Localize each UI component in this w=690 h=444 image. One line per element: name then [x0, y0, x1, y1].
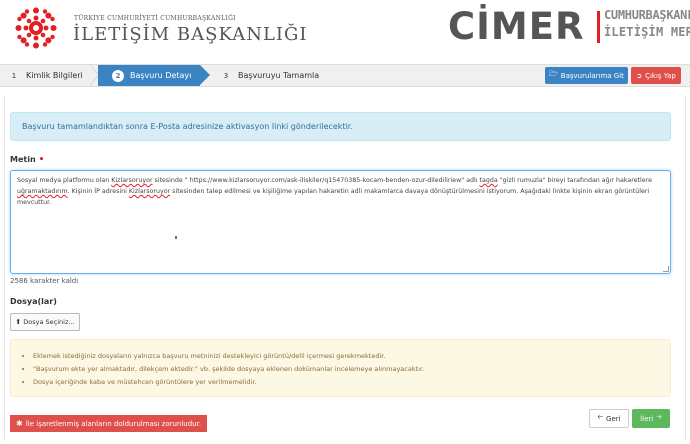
warning-item: "Başvurum ekte yer almaktadır, dilekçem … — [33, 363, 670, 376]
step-number: 3 — [223, 71, 229, 80]
cimer-logo-sub2: İLETİŞİM MERKEZİ — [604, 25, 690, 39]
step-separator — [90, 65, 98, 85]
arrow-left-icon: 🡠 — [597, 413, 604, 421]
step-active-arrow — [200, 65, 210, 85]
text-part: . Kişinin İP adresini — [67, 188, 129, 195]
text-part: sitesinde " https://www.kizlarsoruyor.co… — [152, 177, 480, 184]
geri-label: Geri — [606, 414, 621, 423]
text-part: tagda — [479, 177, 498, 184]
folder-open-icon: 🗁 — [549, 70, 558, 78]
info-alert: Başvuru tamamlandıktan sonra E-Posta adr… — [10, 112, 671, 141]
metin-label-text: Metin — [10, 155, 36, 164]
basvurularima-git-button[interactable]: 🗁 Başvurularıma Git — [545, 67, 628, 84]
text-part: Sosyal medya platformu olan — [17, 177, 112, 184]
chars-left-counter: 2586 karakter kaldı — [10, 277, 79, 285]
dosya-secin-button[interactable]: ⬆ Dosya Seçiniz... — [10, 313, 80, 331]
text-part: uğramaktadırım — [17, 188, 68, 195]
textarea-resize-handle[interactable] — [663, 266, 669, 272]
ileri-button[interactable]: İleri 🡢 — [632, 409, 670, 428]
cimer-logo-text[interactable]: CİMER — [448, 5, 585, 49]
sign-out-icon: ➲ — [636, 71, 643, 80]
step-kimlik-bilgileri[interactable]: 1 Kimlik Bilgileri — [8, 65, 83, 86]
step-number: 2 — [112, 69, 124, 82]
step-basvuru-detayi[interactable]: 2 Başvuru Detayı — [98, 65, 200, 86]
text-part: Kizlarsoruyor — [111, 177, 153, 184]
dosya-secin-label: Dosya Seçiniz... — [23, 318, 75, 326]
geri-button[interactable]: 🡠 Geri — [589, 409, 629, 428]
required-fields-note: ✱ İle işaretlenmiş alanların doldurulmas… — [10, 415, 208, 432]
warning-item: Dosya içeriğinde kaba ve müstehcen görün… — [33, 376, 670, 389]
metin-textarea[interactable]: Sosyal medya platformu olan Kizlarsoruyo… — [10, 170, 671, 274]
upload-icon: ⬆ — [15, 318, 22, 326]
cikis-yap-label: Çıkış Yap — [645, 71, 676, 80]
basvurularima-git-label: Başvurularıma Git — [560, 71, 624, 80]
step-basvuruyu-tamamla[interactable]: 3 Başvuruyu Tamamla — [220, 65, 319, 86]
star-seal-icon[interactable] — [14, 6, 58, 50]
text-part: Kizlarsoruyor — [128, 188, 171, 195]
step-label: Başvuruyu Tamamla — [238, 71, 320, 80]
warning-alert: Eklemek istediğiniz dosyaların yalnızca … — [10, 339, 671, 397]
text-part: "gizli rumuzla" bireyi tarafından ağır h… — [497, 177, 652, 184]
ileri-label: İleri — [640, 414, 654, 423]
step-number: 1 — [11, 71, 17, 80]
cimer-logo-divider — [597, 11, 600, 43]
mouse-cursor — [175, 236, 177, 239]
dosya-label: Dosya(lar) — [10, 297, 57, 306]
cikis-yap-button[interactable]: ➲ Çıkış Yap — [631, 67, 681, 84]
asterisk-icon: ✱ — [16, 419, 23, 428]
org-title: İLETİŞİM BAŞKANLIĞI — [73, 24, 308, 45]
warning-item: Eklemek istediğiniz dosyaların yalnızca … — [33, 350, 670, 363]
arrow-right-icon: 🡢 — [656, 413, 662, 421]
step-label: Kimlik Bilgileri — [26, 71, 83, 80]
org-subtitle: TÜRKİYE CUMHURİYETİ CUMHURBAŞKANLIĞI — [74, 15, 236, 22]
required-note-text: İle işaretlenmiş alanların doldurulması … — [25, 419, 202, 428]
metin-label: Metin • — [10, 155, 44, 165]
step-label: Başvuru Detayı — [130, 71, 192, 80]
required-marker: • — [38, 155, 45, 165]
page-header: TÜRKİYE CUMHURİYETİ CUMHURBAŞKANLIĞI İLE… — [0, 0, 690, 56]
cimer-logo-sub1: CUMHURBAŞKANLIĞI — [604, 8, 690, 22]
